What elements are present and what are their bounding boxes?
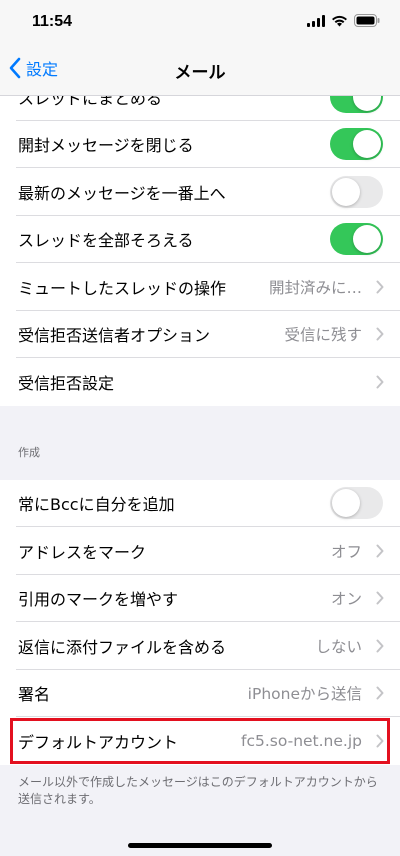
mail-settings-screen: 11:54 設定 メール スレッドにまとめる 開封メッセージを閉じる 最新のメッ… — [0, 0, 400, 856]
section-footer-note: メール以外で作成したメッセージはこのデフォルトアカウントから送信されます。 — [18, 774, 378, 806]
status-time: 11:54 — [32, 13, 73, 30]
row-muted-thread-action[interactable]: ミュートしたスレッドの操作 開封済みに… — [0, 263, 400, 311]
collapse-read-toggle[interactable] — [330, 128, 383, 161]
row-label: ミュートしたスレッドの操作 — [18, 278, 227, 298]
row-value: しない — [315, 637, 362, 656]
row-label: 受信拒否設定 — [18, 373, 115, 393]
compose-group: 常にBccに自分を追加 アドレスをマーク オフ 引用のマークを増やす オン 返信… — [0, 479, 400, 765]
row-value: 開封済みに… — [268, 278, 362, 297]
home-indicator[interactable] — [128, 843, 272, 848]
row-label: アドレスをマーク — [18, 542, 147, 562]
battery-icon — [354, 14, 380, 27]
row-label: 常にBccに自分を追加 — [18, 495, 175, 515]
row-label: 署名 — [18, 685, 51, 705]
toggle-knob — [353, 225, 381, 254]
row-label: 引用のマークを増やす — [18, 590, 179, 610]
toggle-knob — [332, 489, 360, 518]
signal-icon — [307, 14, 325, 27]
chevron-right-icon — [376, 544, 384, 558]
always-bcc-self-toggle[interactable] — [330, 487, 383, 520]
row-label: 受信拒否送信者オプション — [18, 326, 211, 346]
toggle-knob — [332, 177, 360, 206]
toggle-knob — [353, 130, 381, 159]
row-value: iPhoneから送信 — [247, 685, 362, 704]
chevron-right-icon — [376, 591, 384, 605]
row-value: オフ — [330, 542, 362, 561]
row-value: 受信に残す — [284, 326, 362, 345]
status-bar: 11:54 — [0, 0, 400, 44]
navigation-bar: 設定 メール — [0, 44, 400, 96]
row-always-bcc-self: 常にBccに自分を追加 — [0, 479, 400, 527]
chevron-right-icon — [376, 375, 384, 389]
wifi-icon — [332, 15, 347, 26]
chevron-right-icon — [376, 280, 384, 294]
status-icons — [307, 14, 380, 27]
row-blocked[interactable]: 受信拒否設定 — [0, 358, 400, 406]
complete-threads-toggle[interactable] — [330, 223, 383, 256]
row-include-attachments[interactable]: 返信に添付ファイルを含める しない — [0, 622, 400, 670]
row-mark-addresses[interactable]: アドレスをマーク オフ — [0, 527, 400, 575]
row-label: 最新のメッセージを一番上へ — [18, 183, 226, 203]
row-collapse-read: 開封メッセージを閉じる — [0, 120, 400, 168]
row-value: fc5.so-net.ne.jp — [240, 731, 362, 750]
most-recent-top-toggle[interactable] — [330, 175, 383, 208]
toggle-knob — [353, 96, 381, 111]
chevron-right-icon — [376, 734, 384, 748]
row-signature[interactable]: 署名 iPhoneから送信 — [0, 669, 400, 717]
compose-section-header-area: 作成 — [0, 406, 400, 480]
row-label: 返信に添付ファイルを含める — [18, 637, 227, 657]
chevron-right-icon — [376, 686, 384, 700]
row-default-account[interactable]: デフォルトアカウント fc5.so-net.ne.jp — [0, 717, 400, 765]
row-value: オン — [330, 590, 362, 609]
row-most-recent-top: 最新のメッセージを一番上へ — [0, 168, 400, 216]
row-blocked-sender-options[interactable]: 受信拒否送信者オプション 受信に残す — [0, 310, 400, 358]
row-label: スレッドを全部そろえる — [18, 231, 194, 251]
thread-organize-toggle[interactable] — [330, 96, 383, 113]
row-label: デフォルトアカウント — [18, 732, 179, 752]
row-increase-quote-level[interactable]: 引用のマークを増やす オン — [0, 574, 400, 622]
page-title: メール — [174, 63, 226, 83]
chevron-right-icon — [376, 327, 384, 341]
threads-group: スレッドにまとめる 開封メッセージを閉じる 最新のメッセージを一番上へ スレッド… — [0, 96, 400, 406]
chevron-right-icon — [376, 639, 384, 653]
section-header: 作成 — [0, 443, 40, 462]
row-label: スレッドにまとめる — [18, 96, 163, 108]
row-thread-organize: スレッドにまとめる — [0, 96, 400, 121]
row-label: 開封メッセージを閉じる — [18, 136, 194, 156]
settings-list[interactable]: スレッドにまとめる 開封メッセージを閉じる 最新のメッセージを一番上へ スレッド… — [0, 96, 400, 856]
row-complete-threads: スレッドを全部そろえる — [0, 215, 400, 263]
